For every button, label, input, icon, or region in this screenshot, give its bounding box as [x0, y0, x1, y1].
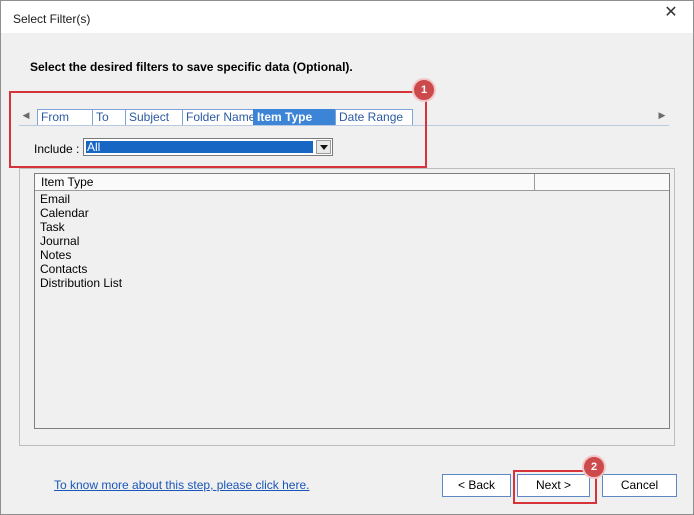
step-badge-2: 2: [582, 455, 606, 479]
close-icon[interactable]: ✕: [657, 4, 685, 24]
list-item-notes[interactable]: Notes: [40, 248, 71, 262]
list-item-journal[interactable]: Journal: [40, 234, 79, 248]
window-title: Select Filter(s): [13, 12, 91, 26]
list-item-email[interactable]: Email: [40, 192, 70, 206]
list-item-distribution-list[interactable]: Distribution List: [40, 276, 122, 290]
dialog-window: Select Filter(s) ✕ Select the desired fi…: [0, 0, 694, 515]
tab-scroll-right-icon[interactable]: ▶: [657, 108, 667, 122]
instruction-text: Select the desired filters to save speci…: [30, 60, 353, 74]
title-bar: Select Filter(s) ✕: [1, 1, 693, 33]
list-item-contacts[interactable]: Contacts: [40, 262, 87, 276]
list-item-task[interactable]: Task: [40, 220, 65, 234]
list-item-calendar[interactable]: Calendar: [40, 206, 89, 220]
column-header-item-type[interactable]: Item Type: [35, 174, 535, 190]
item-type-list[interactable]: Item Type Email Calendar Task Journal No…: [34, 173, 670, 429]
step-badge-1: 1: [412, 78, 436, 102]
list-header: Item Type: [35, 174, 669, 191]
cancel-button[interactable]: Cancel: [602, 474, 677, 497]
help-link[interactable]: To know more about this step, please cli…: [54, 478, 309, 492]
highlight-box-filters: [9, 91, 427, 168]
back-button[interactable]: < Back: [442, 474, 511, 497]
